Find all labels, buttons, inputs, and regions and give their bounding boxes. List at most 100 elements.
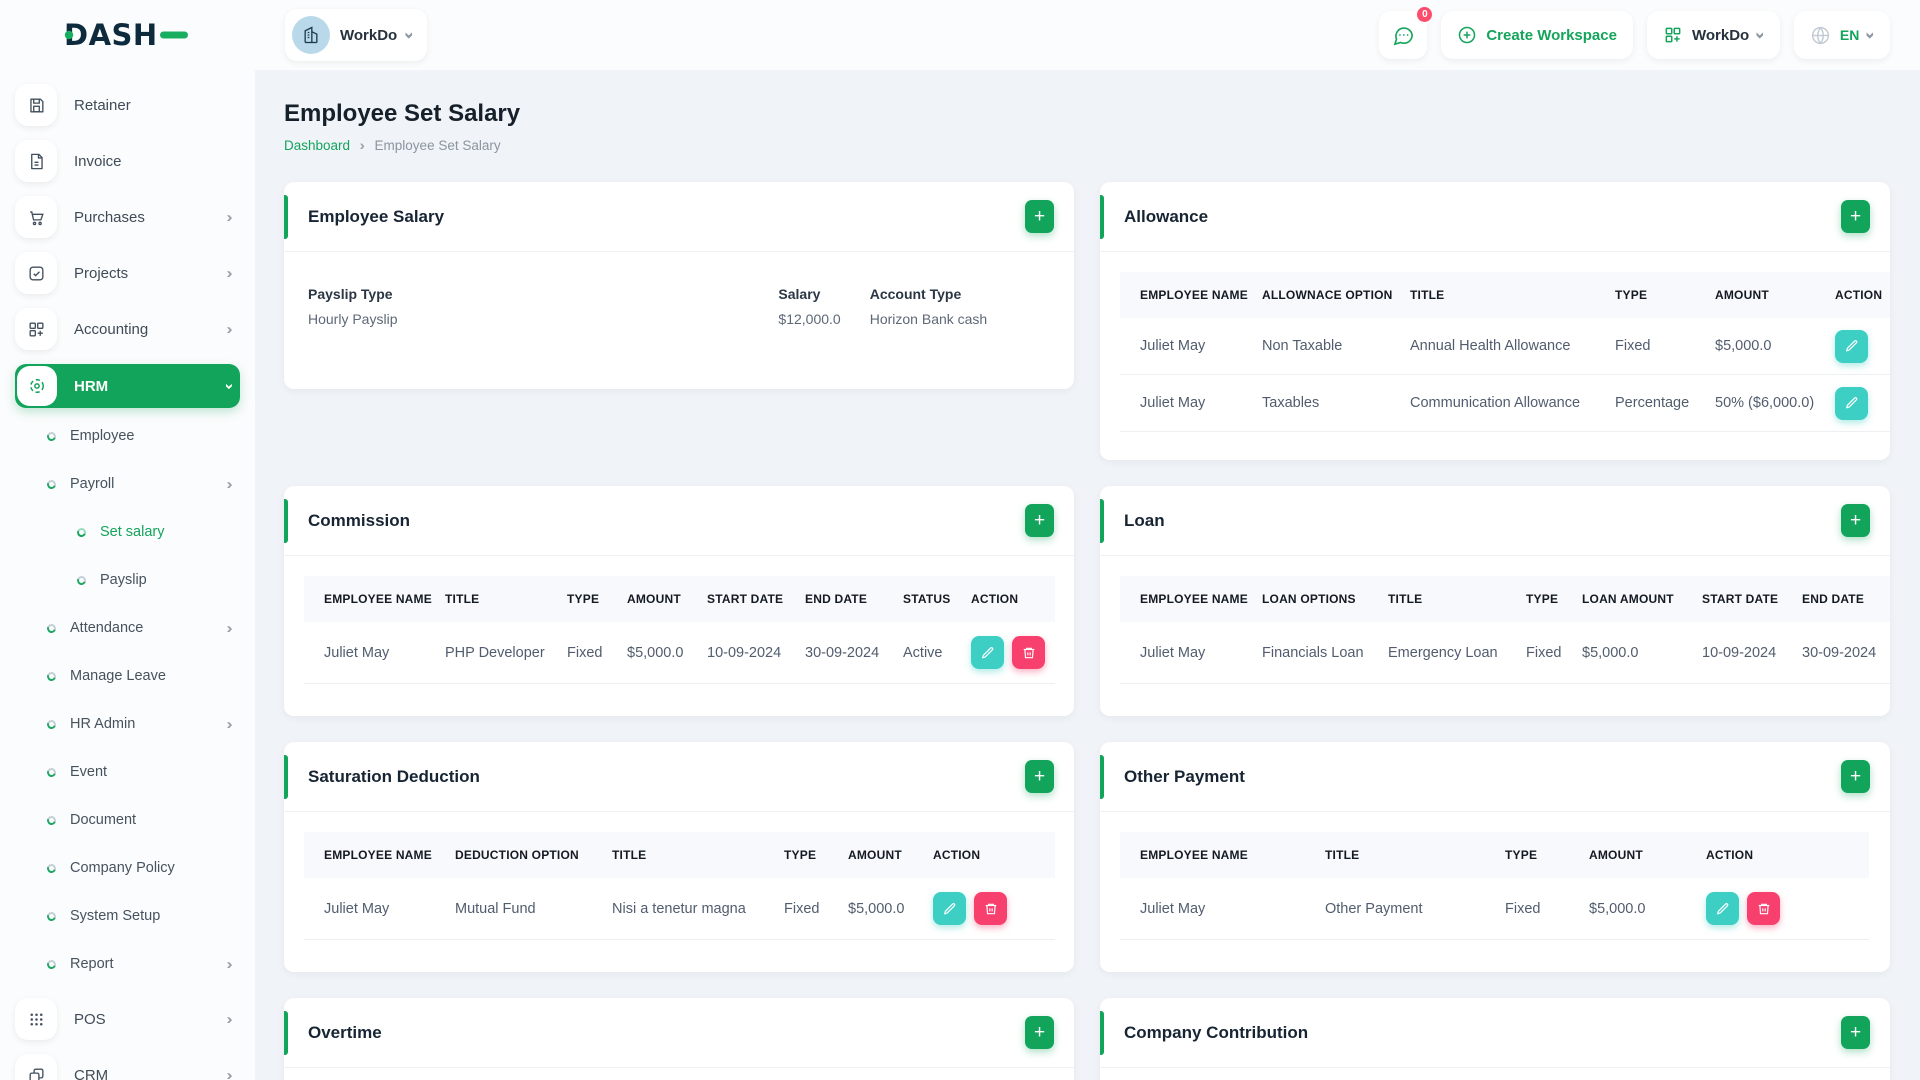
chevron-right-icon: › (226, 264, 233, 282)
chevron-right-icon: › (226, 320, 233, 338)
chevron-right-icon: › (226, 475, 233, 493)
edit-button[interactable] (1706, 892, 1739, 925)
cell-action (1886, 622, 1890, 684)
add-button[interactable]: + (1025, 200, 1054, 233)
chevron-right-icon: › (226, 208, 233, 226)
sidebar-item-projects[interactable]: Projects › (15, 252, 240, 294)
add-button[interactable]: + (1025, 760, 1054, 793)
dots-grid-icon (15, 998, 57, 1040)
invoice-file-icon (15, 140, 57, 182)
card-title: Loan (1124, 510, 1165, 530)
cell-employee-name: Juliet May (1120, 878, 1309, 940)
sidebar: Retainer Invoice Purchases › Projects › (0, 70, 255, 1080)
sidebar-item-label: POS (74, 1010, 106, 1028)
breadcrumb: Dashboard › Employee Set Salary (284, 138, 1890, 153)
bullet-icon (45, 622, 58, 634)
sidebar-subitem-hr-admin[interactable]: HR Admin › (15, 710, 240, 738)
field-label: Payslip Type (308, 286, 393, 302)
subitem-label: HR Admin (70, 716, 136, 732)
bullet-icon (75, 574, 88, 586)
table-row: Juliet May Non Taxable Annual Health All… (1120, 318, 1890, 375)
sidebar-subitem-employee[interactable]: Employee (15, 422, 240, 450)
col-deduction-option: DEDUCTION OPTION (439, 832, 596, 878)
plus-icon: + (1033, 1021, 1046, 1043)
col-amount: AMOUNT (832, 832, 917, 878)
pencil-icon (1845, 340, 1857, 352)
sidebar-item-retainer[interactable]: Retainer (15, 84, 240, 126)
add-button[interactable]: + (1841, 200, 1870, 233)
chevron-right-icon: › (226, 955, 233, 973)
delete-button[interactable] (1012, 636, 1045, 669)
cell-title: Emergency Loan (1372, 622, 1510, 684)
cell-title: PHP Developer (429, 622, 551, 684)
language-selector[interactable]: EN › (1793, 11, 1890, 59)
sidebar-item-pos[interactable]: POS › (15, 998, 240, 1040)
add-button[interactable]: + (1841, 504, 1870, 537)
col-end-date: END DATE (789, 576, 887, 622)
add-button[interactable]: + (1841, 1016, 1870, 1049)
edit-button[interactable] (971, 636, 1004, 669)
sidebar-subitem-payroll[interactable]: Payroll › (15, 470, 240, 498)
table-row: Juliet May Financials Loan Emergency Loa… (1120, 622, 1890, 684)
cell-employee-name: Juliet May (1120, 375, 1246, 432)
sidebar-subitem-system-setup[interactable]: System Setup (15, 902, 240, 930)
breadcrumb-dashboard-link[interactable]: Dashboard (284, 138, 350, 153)
sidebar-item-purchases[interactable]: Purchases › (15, 196, 240, 238)
sidebar-subitem-report[interactable]: Report › (15, 950, 240, 978)
plus-icon: + (1033, 765, 1046, 787)
sidebar-subitem-attendance[interactable]: Attendance › (15, 614, 240, 642)
trash-icon (1758, 903, 1769, 914)
cell-loan-options: Financials Loan (1246, 622, 1372, 684)
grid-plus-icon (1665, 27, 1681, 43)
cell-deduction-option: Mutual Fund (439, 878, 596, 940)
sidebar-subitem-manage-leave[interactable]: Manage Leave (15, 662, 240, 690)
sidebar-item-invoice[interactable]: Invoice (15, 140, 240, 182)
edit-button[interactable] (1835, 329, 1868, 363)
sidebar-subitem-company-policy[interactable]: Company Policy (15, 854, 240, 882)
edit-button[interactable] (1835, 386, 1868, 420)
table-row: Juliet May Mutual Fund Nisi a tenetur ma… (304, 878, 1055, 940)
col-employee-name: EMPLOYEE NAME (1120, 272, 1248, 318)
cell-start-date: 10-09-2024 (691, 622, 789, 684)
create-workspace-button[interactable]: Create Workspace (1441, 11, 1633, 59)
cell-title: Annual Health Allowance (1394, 318, 1599, 375)
cell-amount: $5,000.0 (611, 622, 691, 684)
sidebar-item-accounting[interactable]: Accounting › (15, 308, 240, 350)
pencil-icon (1845, 397, 1857, 409)
sidebar-item-label: CRM (74, 1066, 109, 1080)
plus-icon: + (1849, 1021, 1862, 1043)
add-button[interactable]: + (1025, 1016, 1054, 1049)
subitem-label: System Setup (70, 908, 161, 924)
sidebar-item-crm[interactable]: CRM › (15, 1054, 240, 1080)
app-switcher-label: WorkDo (1691, 26, 1750, 44)
delete-button[interactable] (1747, 892, 1780, 925)
messages-button[interactable]: 0 (1379, 5, 1435, 59)
brand-logo[interactable]: DASH (0, 17, 255, 53)
col-employee-name: EMPLOYEE NAME (1120, 832, 1309, 878)
sidebar-subitem-set-salary[interactable]: Set salary (15, 518, 240, 546)
field-value: Horizon Bank cash (869, 311, 988, 327)
sidebar-subitem-payslip[interactable]: Payslip (15, 566, 240, 594)
subitem-label: Employee (70, 428, 135, 444)
subitem-label: Payslip (100, 572, 147, 588)
sidebar-subitem-event[interactable]: Event (15, 758, 240, 786)
grid-plus-icon (15, 308, 57, 350)
hrm-icon (17, 366, 57, 406)
svg-text:DASH: DASH (64, 18, 158, 52)
bullet-icon (45, 958, 58, 970)
commission-table: EMPLOYEE NAME TITLE TYPE AMOUNT START DA… (304, 576, 1055, 684)
edit-button[interactable] (933, 892, 966, 925)
app-switcher-button[interactable]: WorkDo › (1646, 11, 1780, 59)
add-button[interactable]: + (1025, 504, 1054, 537)
workspace-selector[interactable]: WorkDo › (285, 9, 427, 61)
table-header-row: EMPLOYEE NAME DEDUCTION OPTION TITLE TYP… (304, 832, 1055, 878)
card-header: Loan + (1100, 486, 1890, 556)
plus-icon: + (1849, 205, 1862, 227)
add-button[interactable]: + (1841, 760, 1870, 793)
card-title: Company Contribution (1124, 1022, 1309, 1042)
col-employee-name: EMPLOYEE NAME (1120, 576, 1248, 622)
delete-button[interactable] (974, 892, 1007, 925)
sidebar-item-hrm[interactable]: HRM › (15, 364, 240, 408)
sidebar-subitem-document[interactable]: Document (15, 806, 240, 834)
workspace-avatar (292, 16, 330, 54)
